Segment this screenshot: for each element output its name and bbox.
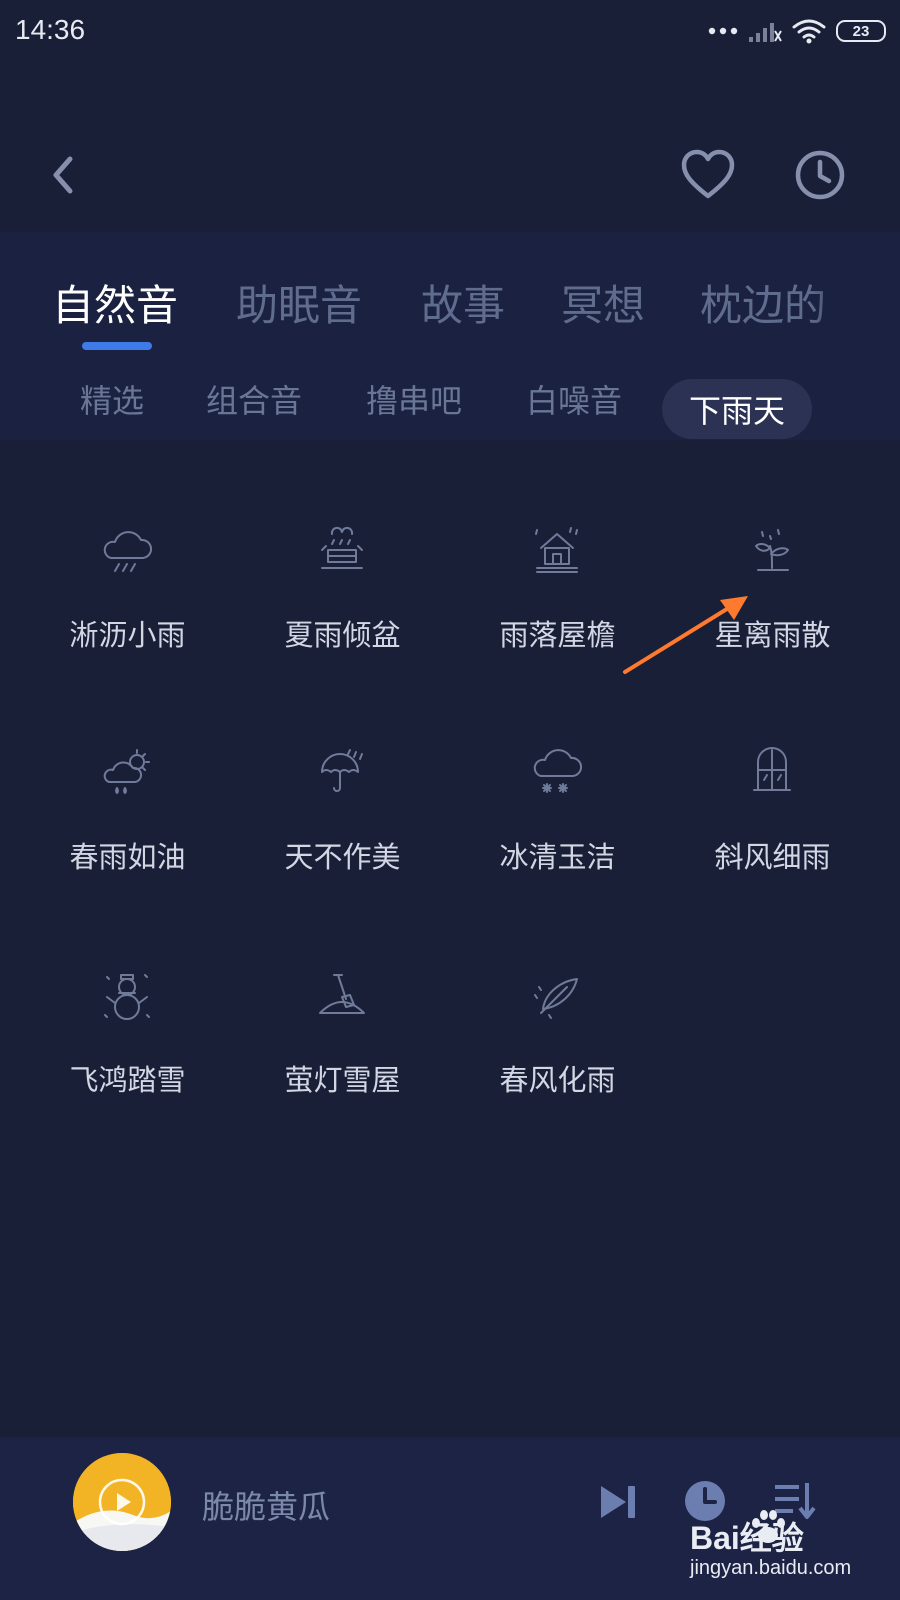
battery-level: 23: [852, 22, 870, 40]
tab-sleep-sounds[interactable]: 助眠音: [236, 272, 362, 333]
sound-item[interactable]: 星离雨散: [665, 500, 880, 660]
sprout-icon: [755, 529, 789, 571]
more-dots-icon: [708, 27, 738, 35]
downpour-icon: [321, 526, 363, 569]
heart-icon: [681, 149, 735, 199]
sound-item[interactable]: 雨落屋檐: [450, 500, 665, 660]
sound-label: 萤灯雪屋: [284, 1063, 401, 1097]
active-tab-indicator: [82, 342, 152, 350]
sleep-timer-button[interactable]: [680, 1476, 730, 1526]
wifi-icon: [792, 19, 826, 44]
shovel-icon: [319, 974, 365, 1014]
subtab-combined[interactable]: 组合音: [206, 376, 302, 422]
tab-bedside[interactable]: 枕边的: [700, 272, 826, 333]
sound-label: 冰清玉洁: [499, 840, 616, 874]
history-button[interactable]: [790, 145, 850, 205]
battery-icon: 23: [836, 20, 886, 42]
sound-item[interactable]: 萤灯雪屋: [235, 945, 450, 1105]
status-bar: 14:36 23: [0, 0, 900, 62]
track-title: 脆脆黄瓜: [202, 1488, 331, 1526]
clock-icon: [795, 150, 845, 200]
status-icons: 23: [708, 16, 886, 46]
timer-icon: [685, 1481, 725, 1521]
tab-nature-sounds[interactable]: 自然音: [52, 272, 178, 333]
subtab-featured[interactable]: 精选: [80, 376, 144, 422]
sound-label: 雨落屋檐: [499, 618, 616, 652]
sound-item[interactable]: 天不作美: [235, 722, 450, 882]
playlist-button[interactable]: [770, 1476, 820, 1526]
window-icon: [753, 747, 791, 791]
skip-next-icon: [601, 1486, 635, 1518]
status-time: 14:36: [15, 14, 86, 45]
snowman-icon: [104, 974, 150, 1020]
sub-tabs: 精选 组合音 撸串吧 白噪音 下雨天: [0, 352, 900, 440]
sound-item[interactable]: 斜风细雨: [665, 722, 880, 882]
top-bar: [0, 130, 900, 220]
sound-label: 夏雨倾盆: [284, 618, 401, 652]
sound-label: 淅沥小雨: [69, 618, 186, 652]
sound-item[interactable]: 淅沥小雨: [20, 500, 235, 660]
subtab-white-noise[interactable]: 白噪音: [526, 376, 622, 422]
tab-meditation[interactable]: 冥想: [561, 272, 645, 333]
sound-label: 春雨如油: [69, 840, 186, 874]
sound-item[interactable]: 春风化雨: [450, 945, 665, 1105]
category-tabs: 自然音 助眠音 故事 冥想 枕边的: [0, 232, 900, 353]
sound-label: 飞鸿踏雪: [69, 1063, 186, 1097]
sun-cloud-rain-icon: [103, 749, 150, 794]
sound-label: 斜风细雨: [714, 840, 831, 874]
sound-label: 星离雨散: [714, 618, 831, 652]
skip-next-button[interactable]: [594, 1478, 642, 1526]
signal-icon: [749, 23, 782, 42]
sound-item[interactable]: 飞鸿踏雪: [20, 945, 235, 1105]
back-button[interactable]: [38, 150, 88, 200]
sound-label: 天不作美: [284, 840, 401, 874]
tab-stories[interactable]: 故事: [421, 272, 505, 333]
feather-icon: [534, 978, 578, 1019]
sound-item[interactable]: 冰清玉洁: [450, 722, 665, 882]
sound-label: 春风化雨: [499, 1063, 616, 1097]
album-art[interactable]: [73, 1453, 171, 1551]
playlist-icon: [775, 1483, 816, 1519]
tabs-fade: [810, 232, 900, 352]
favorite-button[interactable]: [678, 145, 738, 205]
play-icon[interactable]: [97, 1477, 147, 1527]
back-icon: [53, 156, 73, 194]
house-rain-icon: [535, 527, 578, 573]
rain-cloud-icon: [103, 531, 152, 572]
sound-item[interactable]: 春雨如油: [20, 722, 235, 882]
subtab-rainy-day[interactable]: 下雨天: [662, 379, 812, 439]
sound-item[interactable]: 夏雨倾盆: [235, 500, 450, 660]
subtab-bbq[interactable]: 撸串吧: [366, 376, 462, 422]
snow-cloud-icon: [533, 749, 582, 793]
umbrella-icon: [321, 749, 363, 792]
